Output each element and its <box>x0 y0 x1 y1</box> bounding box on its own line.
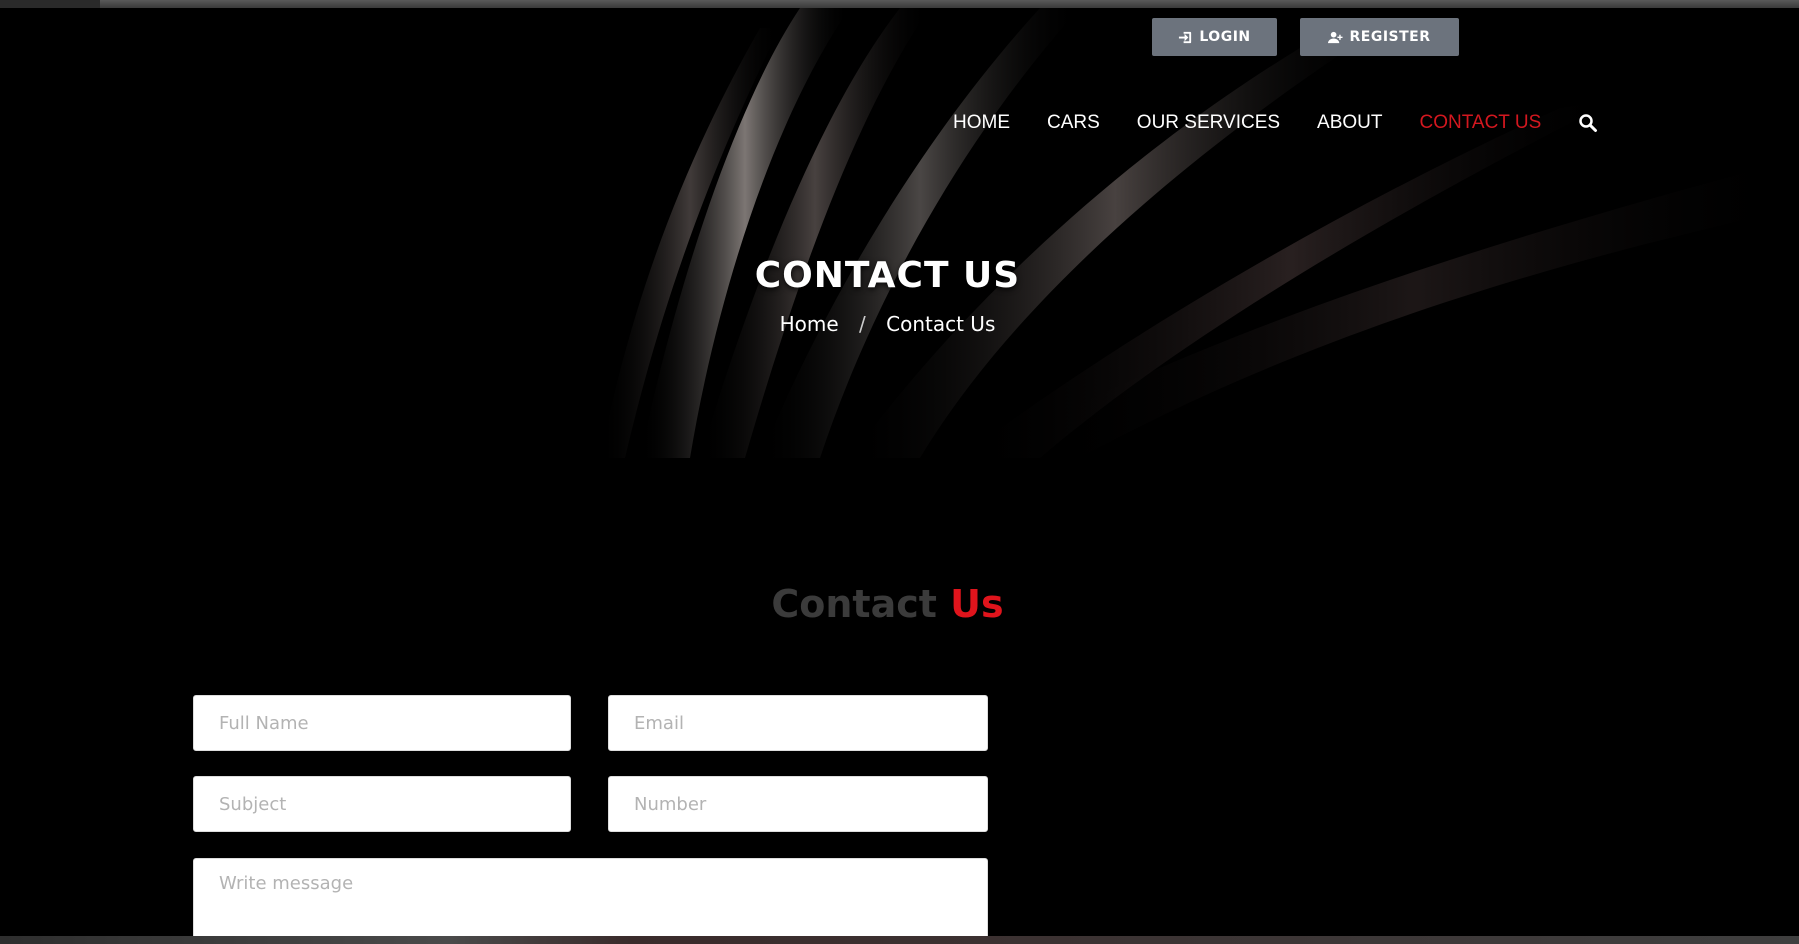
search-icon[interactable] <box>1578 113 1598 133</box>
nav-item-contact-us[interactable]: CONTACT US <box>1420 112 1542 134</box>
login-button[interactable]: LOGIN <box>1152 18 1277 56</box>
sign-in-icon <box>1179 31 1192 43</box>
hero-background-image <box>0 8 1799 458</box>
hero-banner: LOGIN REGISTER HOME CARS OUR SERVICES AB… <box>0 8 1799 458</box>
user-plus-icon <box>1328 31 1344 43</box>
nav-item-cars[interactable]: CARS <box>1047 112 1100 134</box>
number-input[interactable] <box>608 776 988 832</box>
contact-section-title: Contact Us <box>0 582 1775 626</box>
login-label: LOGIN <box>1199 29 1251 45</box>
nav-item-home[interactable]: HOME <box>953 112 1010 134</box>
contact-title-word: Contact <box>771 582 937 626</box>
main-nav: HOME CARS OUR SERVICES ABOUT CONTACT US <box>953 110 1598 136</box>
nav-item-about[interactable]: ABOUT <box>1317 112 1382 134</box>
register-label: REGISTER <box>1349 29 1431 45</box>
breadcrumb-home-link[interactable]: Home <box>780 312 839 336</box>
bottom-strip <box>0 936 1799 944</box>
subject-input[interactable] <box>193 776 571 832</box>
contact-title-accent-word: Us <box>950 582 1004 626</box>
breadcrumb-current: Contact Us <box>886 312 996 336</box>
message-textarea[interactable] <box>193 858 988 944</box>
register-button[interactable]: REGISTER <box>1300 18 1459 56</box>
full-name-input[interactable] <box>193 695 571 751</box>
top-strip <box>0 0 1799 8</box>
page-title: CONTACT US <box>754 255 1021 296</box>
breadcrumb-separator: / <box>859 312 866 336</box>
nav-item-our-services[interactable]: OUR SERVICES <box>1137 112 1280 134</box>
email-input[interactable] <box>608 695 988 751</box>
breadcrumb: Home / Contact Us <box>0 312 1775 336</box>
